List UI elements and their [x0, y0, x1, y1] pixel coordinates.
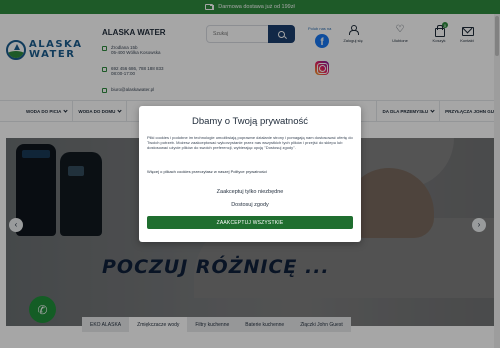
privacy-policy-link[interactable]: Polityce prywatności — [231, 169, 267, 174]
dialog-body: Pliki cookies i podobne im technologie u… — [147, 135, 353, 151]
cookie-consent-dialog: Dbamy o Twoją prywatność Pliki cookies i… — [139, 106, 361, 242]
dialog-title: Dbamy o Twoją prywatność — [192, 116, 308, 127]
privacy-info-text: Więcej o plikach cookies przeczytasz w n… — [147, 169, 230, 174]
accept-all-button[interactable]: ZAAKCEPTUJ WSZYSTKIE — [147, 216, 353, 229]
customize-consent-button[interactable]: Dostosuj zgody — [139, 202, 361, 208]
privacy-info: Więcej o plikach cookies przeczytasz w n… — [147, 169, 267, 174]
accept-necessary-button[interactable]: Zaakceptuj tylko niezbędne — [139, 189, 361, 195]
